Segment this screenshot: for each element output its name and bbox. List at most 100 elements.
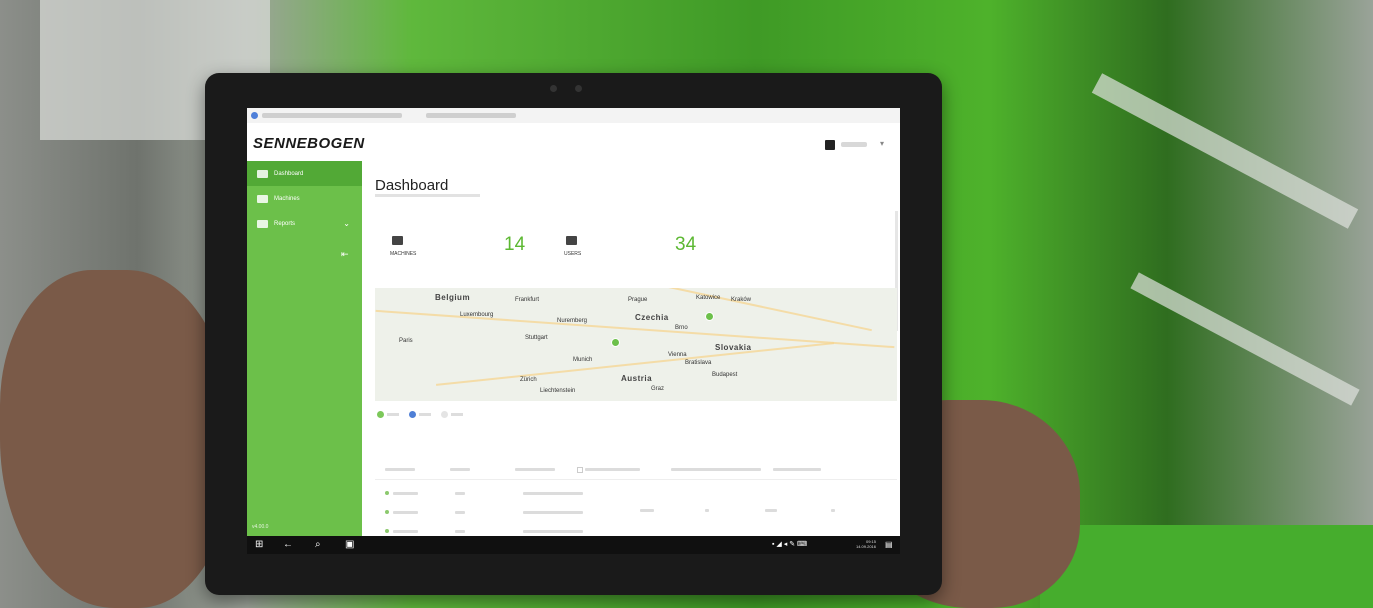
system-tray-icons[interactable]: ▪ ◢ ◂ ✎ ⌨	[772, 540, 807, 550]
map-label: Munich	[573, 357, 593, 363]
users-count[interactable]: 34	[675, 234, 696, 256]
background-machine-beam	[1091, 73, 1359, 229]
status-dot	[385, 529, 389, 533]
legend-item[interactable]	[377, 411, 399, 418]
map-label: Czechia	[635, 313, 669, 322]
legend-dot	[441, 411, 448, 418]
map-label: Kraków	[731, 297, 752, 303]
table-cell	[523, 511, 583, 514]
map-label: Prague	[628, 297, 648, 303]
version-label: v4.00.0	[252, 524, 269, 530]
map-label: Brno	[675, 325, 688, 331]
map-label: Belgium	[435, 293, 471, 302]
table-cell	[393, 492, 418, 495]
tablet-camera	[575, 85, 582, 92]
sidebar-item-dashboard[interactable]: Dashboard	[247, 161, 362, 186]
legend-dot	[409, 411, 416, 418]
tablet-screen: SENNEBOGEN ▾ Dashboard Machines Reports …	[247, 108, 900, 536]
sidebar-item-reports[interactable]: Reports ⌄	[247, 211, 362, 236]
taskbar-clock[interactable]: 09:15 14.09.2016	[856, 539, 876, 549]
machine-table	[375, 446, 897, 536]
tablet-camera	[550, 85, 557, 92]
main-content: Dashboard MACHINES 14 USERS 34 Belgium F…	[362, 161, 900, 536]
map-label: Bratislava	[685, 360, 712, 366]
machines-label: MACHINES	[390, 251, 417, 257]
map-label: Stuttgart	[525, 335, 548, 341]
filter-checkbox[interactable]	[577, 467, 583, 473]
sidebar-item-label: Dashboard	[274, 170, 304, 177]
excavator-icon	[392, 236, 403, 245]
table-cell	[455, 492, 465, 495]
table-cell	[455, 530, 465, 533]
windows-start-icon[interactable]: ⊞	[255, 540, 263, 550]
browser-icon[interactable]	[251, 112, 258, 119]
page-title: Dashboard	[375, 177, 449, 194]
filter-label	[671, 468, 761, 471]
windows-taskbar: ⊞ ← ⌕ ▣ ▪ ◢ ◂ ✎ ⌨ 09:15 14.09.2016 ▤	[247, 536, 900, 554]
sidebar-item-label: Machines	[274, 195, 300, 202]
table-cell	[765, 509, 777, 512]
browser-tab[interactable]	[426, 113, 516, 118]
sidebar: Dashboard Machines Reports ⌄ ⇤ v4.00.0	[247, 161, 362, 536]
machines-count[interactable]: 14	[504, 234, 525, 256]
status-dot	[385, 510, 389, 514]
map-label: Austria	[621, 374, 653, 383]
table-cell	[393, 511, 418, 514]
table-cell	[705, 509, 709, 512]
user-name[interactable]	[841, 142, 867, 147]
table-cell	[640, 509, 654, 512]
legend-label	[387, 413, 399, 416]
task-view-icon[interactable]: ▣	[345, 540, 354, 550]
left-hand	[0, 270, 230, 608]
table-cell	[393, 530, 418, 533]
table-header	[515, 468, 555, 471]
table-cell	[831, 509, 835, 512]
user-icon[interactable]	[825, 140, 835, 150]
filter-label	[585, 468, 640, 471]
machine-map[interactable]: Belgium Frankfurt Prague Katowice Kraków…	[375, 288, 897, 401]
map-road	[578, 288, 872, 332]
status-dot	[385, 491, 389, 495]
map-label: Paris	[399, 338, 413, 344]
filter-label	[773, 468, 821, 471]
legend-dot	[377, 411, 384, 418]
map-label: Katowice	[696, 295, 721, 301]
table-header	[450, 468, 470, 471]
legend-item[interactable]	[441, 411, 463, 418]
users-label: USERS	[564, 251, 582, 257]
clock-date: 14.09.2016	[855, 544, 876, 549]
map-label: Liechtenstein	[540, 388, 576, 394]
collapse-sidebar-icon[interactable]: ⇤	[341, 249, 349, 260]
map-label: Graz	[651, 386, 665, 392]
background-green-rail	[1040, 525, 1373, 608]
background-machine-beam	[1130, 272, 1360, 406]
map-label: Luxembourg	[460, 312, 494, 318]
map-label: Zürich	[520, 377, 537, 383]
excavator-icon	[257, 194, 268, 203]
map-label: Frankfurt	[515, 297, 540, 303]
legend-label	[451, 413, 463, 416]
browser-tab-bar	[247, 108, 900, 124]
legend-label	[419, 413, 431, 416]
browser-tab[interactable]	[262, 113, 402, 118]
map-legend	[377, 411, 463, 418]
sidebar-item-machines[interactable]: Machines	[247, 186, 362, 211]
map-marker[interactable]	[611, 338, 620, 347]
table-cell	[523, 530, 583, 533]
map-label: Budapest	[712, 372, 738, 378]
notification-icon[interactable]: ▤	[885, 540, 893, 550]
table-cell	[523, 492, 583, 495]
legend-item[interactable]	[409, 411, 431, 418]
map-label: Vienna	[668, 352, 687, 358]
search-icon[interactable]: ⌕	[315, 540, 321, 550]
sidebar-item-label: Reports	[274, 220, 296, 227]
chevron-down-icon: ⌄	[343, 219, 350, 228]
sennebogen-logo[interactable]: SENNEBOGEN	[253, 135, 365, 152]
back-arrow-icon[interactable]: ←	[283, 540, 293, 550]
map-marker[interactable]	[705, 312, 714, 321]
table-header	[385, 468, 415, 471]
report-icon	[257, 219, 268, 228]
chevron-down-icon[interactable]: ▾	[880, 139, 884, 148]
app-header: SENNEBOGEN ▾	[247, 123, 900, 161]
map-label: Nuremberg	[557, 318, 588, 324]
